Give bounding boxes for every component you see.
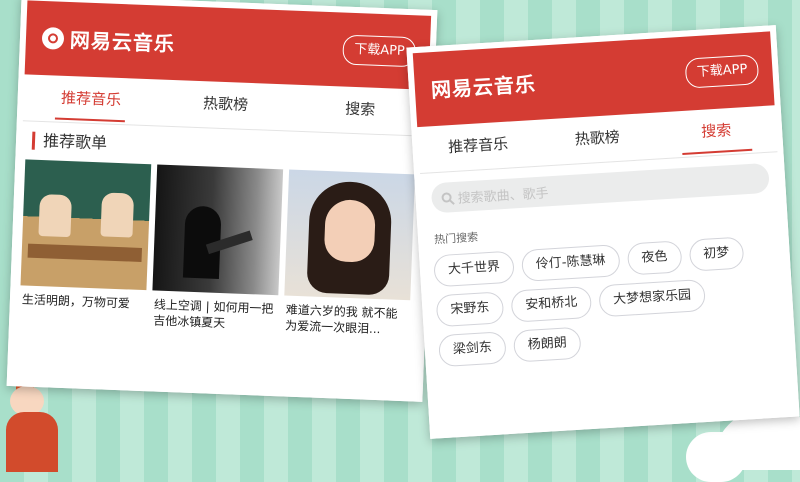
section-title-recommended-playlists: 推荐歌单 (31, 131, 427, 165)
download-app-button[interactable]: 下载APP (684, 54, 760, 89)
tab-recommend-music[interactable]: 推荐音乐 (417, 120, 539, 173)
playlist-item[interactable]: 生活明朗，万物可爱 (19, 159, 152, 328)
hot-search-item[interactable]: 梁剑东 (437, 331, 507, 368)
logo-text: 网易云音乐 (430, 71, 537, 103)
search-placeholder: 搜索歌曲、歌手 (457, 185, 550, 207)
character-cloak (6, 412, 58, 472)
playlist-cover-image (20, 159, 152, 291)
app-logo[interactable]: 网易云音乐 (430, 68, 537, 103)
hot-search-item[interactable]: 杨朗朗 (512, 326, 582, 363)
playlist-cover-image (152, 164, 284, 296)
search-screen: 网易云音乐 下载APP 推荐音乐 热歌榜 搜索 搜索歌曲、歌手 热门搜索 大千世… (406, 25, 800, 439)
logo-text: 网易云音乐 (69, 28, 176, 57)
recommend-music-screen: 网易云音乐 下载APP 推荐音乐 热歌榜 搜索 推荐歌单 生活明朗，万物可爱 线… (6, 0, 438, 402)
search-input[interactable]: 搜索歌曲、歌手 (430, 162, 770, 214)
hot-search-item[interactable]: 大梦想家乐园 (598, 278, 707, 318)
playlist-caption: 生活明朗，万物可爱 (21, 292, 131, 311)
tab-search[interactable]: 搜索 (655, 105, 777, 158)
playlist-caption: 难道六岁的我 就不能为爱流一次眼泪... (284, 302, 398, 337)
hot-search-item[interactable]: 大千世界 (433, 250, 515, 288)
hot-search-item[interactable]: 夜色 (626, 240, 683, 276)
hot-search-item[interactable]: 安和桥北 (510, 285, 593, 323)
app-logo[interactable]: 网易云音乐 (41, 23, 175, 57)
playlist-item[interactable]: 难道六岁的我 就不能为爱流一次眼泪... (283, 169, 416, 339)
tab-hot-chart[interactable]: 热歌榜 (157, 80, 293, 131)
download-app-button[interactable]: 下载APP (342, 34, 417, 68)
hot-search-item[interactable]: 初梦 (688, 236, 745, 272)
tab-recommend-music[interactable]: 推荐音乐 (23, 74, 159, 125)
tab-hot-chart[interactable]: 热歌榜 (536, 113, 658, 166)
hot-search-item[interactable]: 伶仃-陈慧琳 (520, 244, 621, 282)
netease-music-logo-icon (41, 26, 65, 50)
search-icon (441, 192, 452, 203)
hot-search-item[interactable]: 宋野东 (435, 291, 505, 328)
playlist-cover-image (284, 169, 416, 301)
hot-search-list: 大千世界 伶仃-陈慧琳 夜色 初梦 宋野东 安和桥北 大梦想家乐园 梁剑东 杨朗… (425, 234, 789, 368)
playlist-grid: 生活明朗，万物可爱 线上空调 | 如何用一把吉他冰镇夏天 难道六岁的我 就不能为… (15, 159, 425, 338)
tab-search[interactable]: 搜索 (292, 85, 428, 136)
playlist-caption: 线上空调 | 如何用一把吉他冰镇夏天 (152, 297, 274, 331)
playlist-item[interactable]: 线上空调 | 如何用一把吉他冰镇夏天 (151, 164, 284, 333)
